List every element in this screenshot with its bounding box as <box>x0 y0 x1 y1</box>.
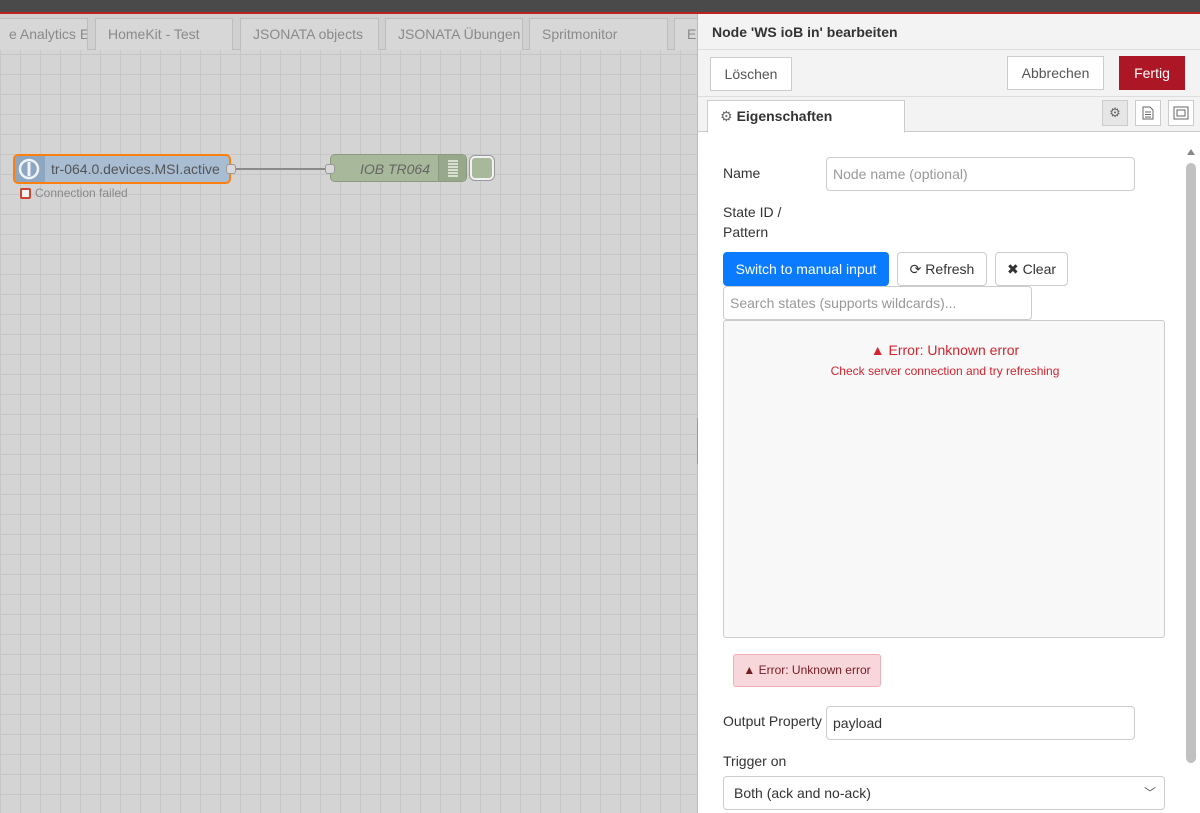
state-tree[interactable]: ▲ Error: Unknown error Check server conn… <box>723 320 1165 638</box>
input-node-label: tr-064.0.devices.MSI.active <box>51 161 220 177</box>
input-port[interactable] <box>325 164 335 174</box>
tab-jsonata-uebungen[interactable]: JSONATA Übungen <box>385 18 523 50</box>
switch-manual-input-button[interactable]: Switch to manual input <box>723 252 889 286</box>
status-text: Connection failed <box>35 186 128 200</box>
output-property-label: Output Property <box>723 713 822 729</box>
gear-icon: ⚙ <box>1109 105 1121 120</box>
panel-title: Node 'WS ioB in' bearbeiten <box>698 14 1200 50</box>
name-input-placeholder: Node name (optional) <box>833 166 968 182</box>
state-pattern-label: Pattern <box>723 224 769 240</box>
done-button[interactable]: Fertig <box>1119 56 1185 90</box>
tab-analytics[interactable]: e Analytics En <box>0 18 88 50</box>
error-badge: ▲ Error: Unknown error <box>733 654 881 687</box>
trigger-on-select[interactable]: Both (ack and no-ack) ﹀ <box>723 776 1165 810</box>
output-node-label: IOB TR064 <box>359 161 430 177</box>
state-search-input[interactable]: Search states (supports wildcards)... <box>723 286 1032 320</box>
state-tree-error-text: Error: Unknown error <box>888 342 1020 358</box>
flow-workspace[interactable]: e Analytics En HomeKit - Test JSONATA ob… <box>0 14 697 813</box>
description-tab-button[interactable] <box>1135 100 1161 126</box>
state-tree-error: ▲ Error: Unknown error <box>724 342 1166 358</box>
panel-scrollbar[interactable] <box>1185 149 1198 813</box>
error-badge-text: Error: Unknown error <box>758 663 871 677</box>
appearance-tab-button[interactable] <box>1168 100 1194 126</box>
tab-jsonata-objects[interactable]: JSONATA objects <box>240 18 379 50</box>
chevron-down-icon: ﹀ <box>1143 786 1156 800</box>
input-node[interactable]: tr-064.0.devices.MSI.active <box>13 154 231 184</box>
flow-tabs: e Analytics En HomeKit - Test JSONATA ob… <box>0 14 697 50</box>
refresh-label: Refresh <box>925 261 975 277</box>
refresh-icon: ⟳ <box>909 261 922 277</box>
clear-label: Clear <box>1022 261 1057 277</box>
trigger-on-value: Both (ack and no-ack) <box>734 785 871 801</box>
tab-properties-label: Eigenschaften <box>736 108 833 124</box>
warning-icon: ▲ <box>870 342 885 358</box>
output-node[interactable]: IOB TR064 <box>330 154 467 182</box>
state-search-placeholder: Search states (supports wildcards)... <box>730 295 957 311</box>
debug-toggle-button[interactable] <box>470 156 494 180</box>
iobroker-icon <box>15 156 45 182</box>
output-property-value: payload <box>833 715 883 731</box>
gear-icon: ⚙ <box>720 108 733 124</box>
properties-form: Name Node name (optional) State ID / Pat… <box>698 132 1184 813</box>
state-id-label: State ID / <box>723 204 782 220</box>
edit-panel: Node 'WS ioB in' bearbeiten Löschen Abbr… <box>698 14 1200 813</box>
status-dot-icon <box>20 187 31 199</box>
output-port[interactable] <box>226 164 236 174</box>
trigger-on-label: Trigger on <box>723 753 787 769</box>
delete-button[interactable]: Löschen <box>710 57 792 91</box>
frame-icon <box>1173 106 1189 120</box>
wire[interactable] <box>236 168 328 170</box>
panel-tabs: ⚙ Eigenschaften ⚙ <box>698 97 1200 133</box>
tab-e[interactable]: E <box>674 18 697 50</box>
warning-icon: ▲ <box>743 663 756 677</box>
tab-properties[interactable]: ⚙ Eigenschaften <box>707 100 905 133</box>
node-status: Connection failed <box>20 186 128 200</box>
name-label: Name <box>723 165 761 181</box>
name-input[interactable]: Node name (optional) <box>826 157 1135 191</box>
debug-list-icon <box>438 155 466 181</box>
document-icon <box>1142 106 1154 120</box>
cancel-button[interactable]: Abbrechen <box>1007 56 1104 90</box>
tab-homekit-test[interactable]: HomeKit - Test <box>95 18 233 50</box>
scrollbar-thumb[interactable] <box>1186 163 1196 763</box>
refresh-button[interactable]: ⟳ Refresh <box>897 252 987 286</box>
top-bar <box>0 0 1200 14</box>
settings-tab-button[interactable]: ⚙ <box>1102 100 1128 126</box>
output-property-input[interactable]: payload <box>826 706 1135 740</box>
clear-button[interactable]: ✖ Clear <box>995 252 1068 286</box>
panel-toolbar: Löschen Abbrechen Fertig <box>698 50 1200 97</box>
close-icon: ✖ <box>1006 261 1019 277</box>
scroll-up-icon[interactable] <box>1187 149 1195 155</box>
tab-spritmonitor[interactable]: Spritmonitor <box>529 18 668 50</box>
state-tree-error-hint: Check server connection and try refreshi… <box>830 364 1060 378</box>
